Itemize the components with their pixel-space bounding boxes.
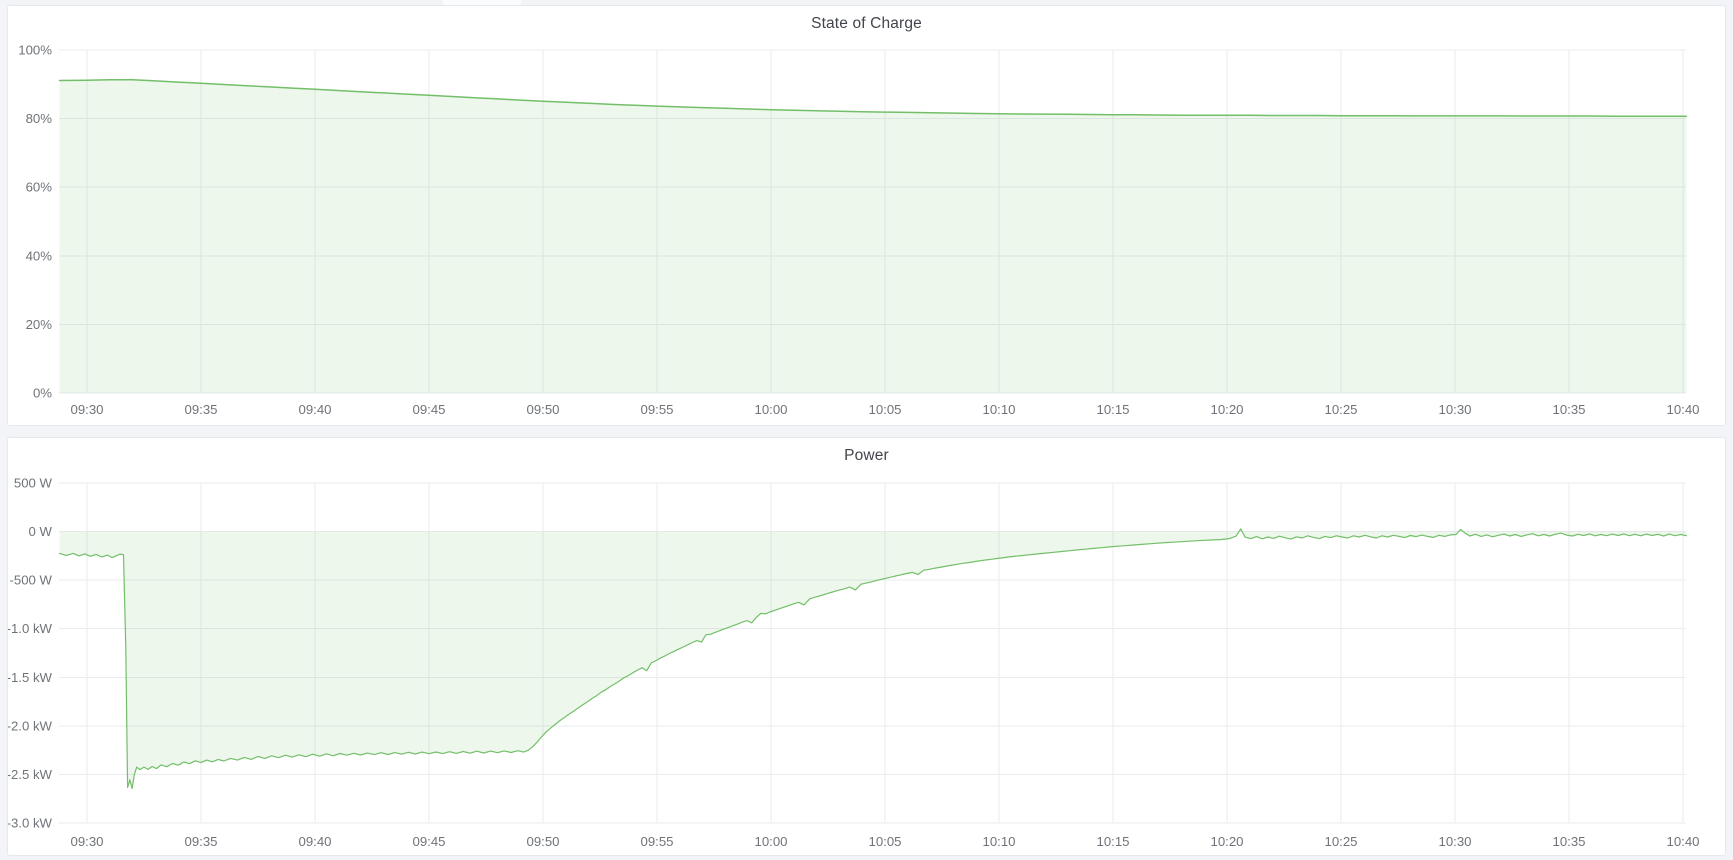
power-x-tick-label: 09:35 (184, 834, 217, 849)
soc-x-tick-label: 10:15 (1096, 402, 1129, 417)
soc-x-tick-label: 09:30 (70, 402, 103, 417)
power-x-tick-label: 09:40 (298, 834, 331, 849)
soc-x-tick-label: 10:10 (982, 402, 1015, 417)
power-y-tick-label: 0 W (29, 524, 53, 539)
power-x-tick-label: 10:40 (1666, 834, 1699, 849)
soc-y-tick-label: 0% (33, 386, 52, 401)
soc-x-tick-label: 10:35 (1552, 402, 1585, 417)
power-panel: 09:30 09:35 09:40 09:45 09:50 09:55 10:00 10:05… (7, 437, 1726, 856)
power-x-tick-label: 09:45 (412, 834, 445, 849)
power-x-tick-label: 10:05 (868, 834, 901, 849)
power-x-tick-label: 10:15 (1096, 834, 1129, 849)
soc-y-tick-label: 40% (26, 248, 53, 263)
power-y-tick-label: -2.0 kW (8, 718, 53, 733)
soc-panel: 09:30 09:35 09:40 09:45 09:50 09:55 10:00 10:05… (7, 5, 1726, 426)
power-x-tick-label: 09:50 (526, 834, 559, 849)
power-x-tick-label: 10:25 (1324, 834, 1357, 849)
soc-x-tick-label: 10:40 (1666, 402, 1699, 417)
power-x-tick-label: 09:30 (70, 834, 103, 849)
power-y-tick-label: -500 W (9, 573, 52, 588)
soc-y-tick-label: 80% (26, 111, 53, 126)
soc-y-tick-label: 60% (26, 180, 53, 195)
power-y-tick-label: -1.0 kW (8, 621, 53, 636)
soc-x-tick-label: 09:50 (526, 402, 559, 417)
soc-x-tick-label: 10:20 (1210, 402, 1243, 417)
soc-y-tick-label: 20% (26, 317, 53, 332)
soc-x-tick-label: 10:25 (1324, 402, 1357, 417)
soc-x-tick-label: 09:45 (412, 402, 445, 417)
power-y-tick-label: -1.5 kW (8, 670, 53, 685)
power-x-tick-label: 09:55 (640, 834, 673, 849)
soc-chart-canvas[interactable]: 09:30 09:35 09:40 09:45 09:50 09:55 10:00 10:05… (8, 6, 1725, 425)
power-y-tick-label: 500 W (14, 476, 53, 491)
power-x-tick-label: 10:20 (1210, 834, 1243, 849)
soc-x-tick-label: 10:30 (1438, 402, 1471, 417)
soc-x-tick-label: 09:55 (640, 402, 673, 417)
power-x-tick-label: 10:35 (1552, 834, 1585, 849)
soc-x-tick-label: 09:35 (184, 402, 217, 417)
soc-y-tick-label: 100% (18, 43, 52, 58)
power-x-tick-label: 10:00 (754, 834, 787, 849)
power-y-tick-label: -2.5 kW (8, 767, 53, 782)
power-x-tick-label: 10:10 (982, 834, 1015, 849)
power-x-tick-label: 10:30 (1438, 834, 1471, 849)
soc-x-tick-label: 10:00 (754, 402, 787, 417)
soc-panel-title: State of Charge (8, 15, 1725, 33)
soc-area (60, 80, 1687, 393)
soc-x-tick-label: 09:40 (298, 402, 331, 417)
power-panel-title: Power (8, 447, 1725, 465)
grafana-dashboard: { "page": { "background": "#f3f4f8", "pa… (0, 0, 1733, 860)
power-area (60, 529, 1687, 789)
power-y-tick-label: -3.0 kW (8, 816, 53, 831)
power-chart-canvas[interactable]: 09:30 09:35 09:40 09:45 09:50 09:55 10:00 10:05… (8, 438, 1725, 855)
soc-x-tick-label: 10:05 (868, 402, 901, 417)
